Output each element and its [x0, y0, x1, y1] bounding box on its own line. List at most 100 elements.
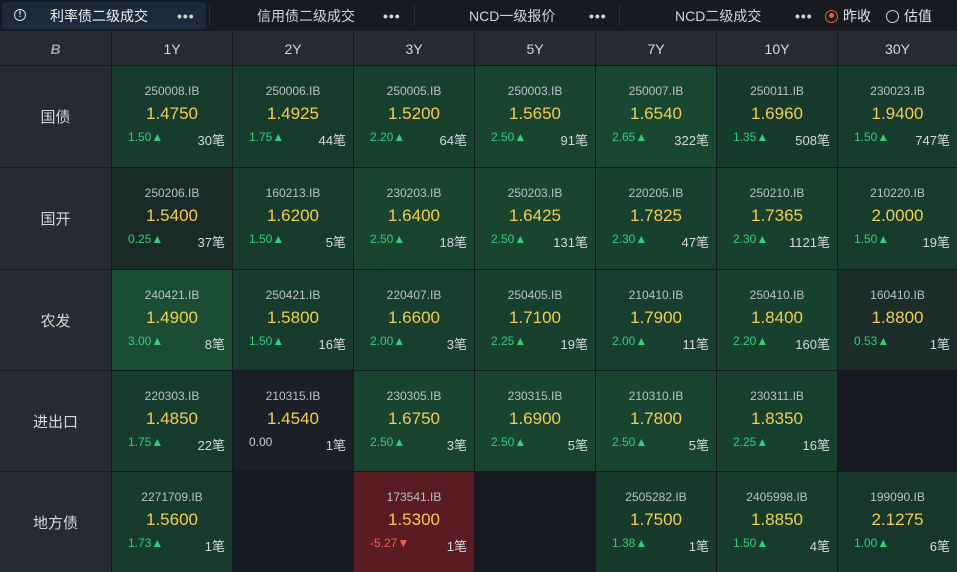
quote-cell[interactable]: 210310.IB 1.7800 2.50▲ 5笔	[596, 371, 716, 471]
quote-cell[interactable]: 250410.IB 1.8400 2.20▲ 160笔	[717, 270, 837, 370]
yield-value: 1.8350	[751, 409, 803, 428]
empty-quote-cell	[233, 472, 353, 572]
yield-value: 1.5300	[388, 510, 440, 529]
quote-cell[interactable]: 250203.IB 1.6425 2.50▲ 131笔	[475, 168, 595, 269]
yield-value: 1.9400	[871, 104, 924, 123]
quote-cell[interactable]: 210220.IB 2.0000 1.50▲ 19笔	[838, 168, 957, 269]
yield-value: 1.7365	[751, 206, 803, 225]
tenor-header-10y[interactable]: 10Y	[717, 32, 837, 65]
tenor-header-2y[interactable]: 2Y	[233, 32, 353, 65]
tab-rate-bond-secondary[interactable]: ! 利率债二级成交 •••	[2, 2, 206, 29]
yield-value: 1.6600	[388, 308, 440, 327]
yield-value: 1.5800	[267, 308, 319, 327]
quote-cell[interactable]: 230315.IB 1.6900 2.50▲ 5笔	[475, 371, 595, 471]
bond-code: 220407.IB	[386, 288, 442, 302]
more-icon[interactable]: •••	[589, 8, 607, 24]
trade-count: 1笔	[325, 438, 346, 453]
info-icon[interactable]: !	[14, 9, 26, 21]
yield-value: 1.8400	[751, 308, 803, 327]
quote-cell[interactable]: 250206.IB 1.5400 0.25▲ 37笔	[112, 168, 232, 269]
tenor-header-30y[interactable]: 30Y	[838, 32, 957, 65]
yield-value: 1.7100	[509, 308, 561, 327]
tenor-header-1y[interactable]: 1Y	[112, 32, 232, 65]
row-header[interactable]: 地方债	[0, 472, 111, 572]
quote-cell[interactable]: 220407.IB 1.6600 2.00▲ 3笔	[354, 270, 474, 370]
row-header[interactable]: 国开	[0, 168, 111, 269]
bond-code: 2271709.IB	[141, 490, 203, 504]
bond-code: 210410.IB	[628, 288, 684, 302]
tab-ncd-secondary[interactable]: NCD二级成交 •••	[621, 2, 819, 29]
yield-value: 1.4540	[267, 409, 319, 428]
radio-unselected-icon[interactable]	[886, 9, 899, 23]
quote-cell[interactable]: 173541.IB 1.5300 -5.27▼ 1笔	[354, 472, 474, 572]
quote-cell[interactable]: 199090.IB 2.1275 1.00▲ 6笔	[838, 472, 957, 572]
quote-cell[interactable]: 210315.IB 1.4540 0.00 1笔	[233, 371, 353, 471]
trade-count: 37笔	[197, 235, 225, 250]
quote-cell[interactable]: 160410.IB 1.8800 0.53▲ 1笔	[838, 270, 957, 370]
bond-code: 160213.IB	[265, 186, 321, 200]
tenor-header-7y[interactable]: 7Y	[596, 32, 716, 65]
trade-count: 3笔	[446, 438, 467, 453]
change-value: 1.50▲	[128, 130, 164, 144]
quote-cell[interactable]: 2271709.IB 1.5600 1.73▲ 1笔	[112, 472, 232, 572]
quote-cell[interactable]: 230311.IB 1.8350 2.25▲ 16笔	[717, 371, 837, 471]
row-header[interactable]: 农发	[0, 270, 111, 370]
quote-cell[interactable]: 250005.IB 1.5200 2.20▲ 64笔	[354, 66, 474, 167]
quote-cell[interactable]: 230203.IB 1.6400 2.50▲ 18笔	[354, 168, 474, 269]
yield-value: 2.0000	[871, 206, 924, 225]
change-value: 2.50▲	[491, 232, 527, 246]
radio-prev-close[interactable]: 昨收	[825, 6, 871, 26]
change-value: 2.25▲	[733, 435, 769, 449]
change-value: 2.65▲	[612, 130, 648, 144]
tenor-header-5y[interactable]: 5Y	[475, 32, 595, 65]
quote-cell[interactable]: 160213.IB 1.6200 1.50▲ 5笔	[233, 168, 353, 269]
quote-cell[interactable]: 210410.IB 1.7900 2.00▲ 11笔	[596, 270, 716, 370]
radio-valuation[interactable]: 估值	[886, 6, 932, 26]
quote-cell[interactable]: 2505282.IB 1.7500 1.38▲ 1笔	[596, 472, 716, 572]
quote-cell[interactable]: 250421.IB 1.5800 1.50▲ 16笔	[233, 270, 353, 370]
change-value: 1.50▲	[249, 232, 285, 246]
more-icon[interactable]: •••	[177, 8, 195, 24]
tab-label: 利率债二级成交	[50, 7, 148, 24]
change-value: 2.30▲	[612, 232, 648, 246]
tab-credit-bond-secondary[interactable]: 信用债二级成交 •••	[212, 2, 412, 29]
tab-ncd-primary-quote[interactable]: NCD一级报价 •••	[416, 2, 616, 29]
quote-cell[interactable]: 250003.IB 1.5650 2.50▲ 91笔	[475, 66, 595, 167]
bond-code: 173541.IB	[386, 490, 442, 504]
bond-code: 160410.IB	[870, 288, 925, 302]
quote-cell[interactable]: 230023.IB 1.9400 1.50▲ 747笔	[838, 66, 957, 167]
quote-cell[interactable]: 250007.IB 1.6540 2.65▲ 322笔	[596, 66, 716, 167]
trade-count: 1笔	[204, 539, 225, 554]
trade-count: 1笔	[929, 337, 950, 352]
bond-code: 230315.IB	[507, 389, 563, 403]
trade-count: 131笔	[553, 235, 588, 250]
bond-code: 210310.IB	[628, 389, 684, 403]
trade-count: 8笔	[204, 337, 225, 352]
tenor-header-3y[interactable]: 3Y	[354, 32, 474, 65]
trade-count: 16笔	[318, 337, 346, 352]
quote-cell[interactable]: 250405.IB 1.7100 2.25▲ 19笔	[475, 270, 595, 370]
quote-cell[interactable]: 240421.IB 1.4900 3.00▲ 8笔	[112, 270, 232, 370]
bond-code: 250405.IB	[507, 288, 563, 302]
trade-count: 1笔	[688, 539, 709, 554]
change-value: 3.00▲	[128, 334, 164, 348]
trade-count: 30笔	[197, 133, 225, 148]
row-header[interactable]: 进出口	[0, 371, 111, 471]
quote-cell[interactable]: 250210.IB 1.7365 2.30▲ 1121笔	[717, 168, 837, 269]
row-header[interactable]: 国债	[0, 66, 111, 167]
quote-cell[interactable]: 2405998.IB 1.8850 1.50▲ 4笔	[717, 472, 837, 572]
quote-cell[interactable]: 250011.IB 1.6960 1.35▲ 508笔	[717, 66, 837, 167]
quote-cell[interactable]: 220205.IB 1.7825 2.30▲ 47笔	[596, 168, 716, 269]
quote-cell[interactable]: 230305.IB 1.6750 2.50▲ 3笔	[354, 371, 474, 471]
bond-code: 250006.IB	[265, 84, 321, 98]
tab-label: NCD二级成交	[675, 7, 762, 24]
quote-cell[interactable]: 250006.IB 1.4925 1.75▲ 44笔	[233, 66, 353, 167]
more-icon[interactable]: •••	[795, 8, 813, 24]
more-icon[interactable]: •••	[383, 8, 401, 24]
trade-count: 322笔	[674, 133, 709, 148]
quote-cell[interactable]: 250008.IB 1.4750 1.50▲ 30笔	[112, 66, 232, 167]
trade-count: 160笔	[795, 337, 830, 352]
trade-count: 44笔	[318, 133, 346, 148]
radio-selected-icon[interactable]	[825, 9, 838, 23]
quote-cell[interactable]: 220303.IB 1.4850 1.75▲ 22笔	[112, 371, 232, 471]
